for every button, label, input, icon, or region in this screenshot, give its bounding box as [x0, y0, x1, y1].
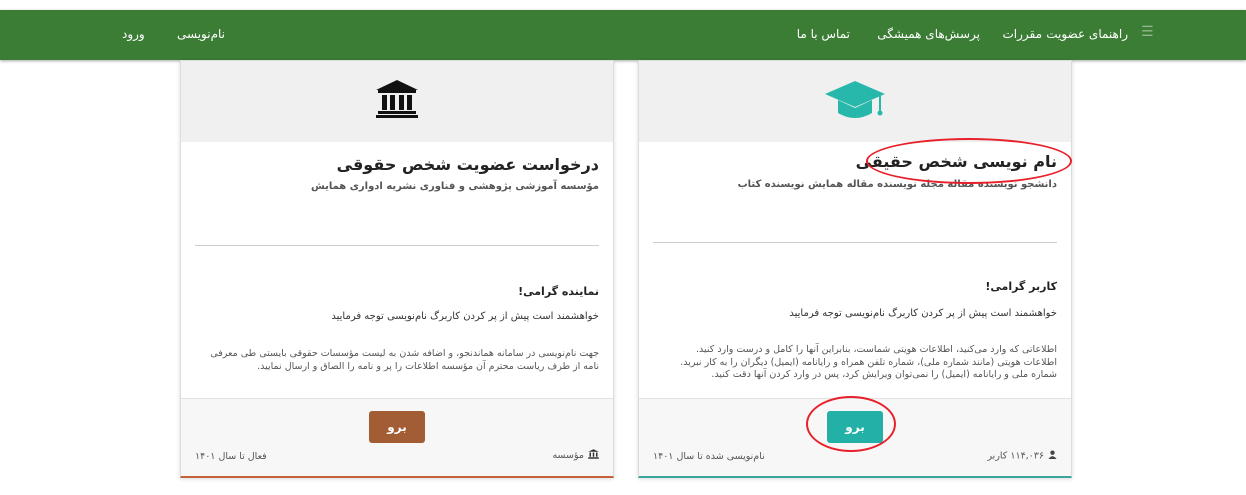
- user-count-label: ۱۱۴,۰۳۶ کاربر: [987, 450, 1044, 462]
- card-header: [639, 61, 1071, 142]
- card-header: [181, 61, 613, 142]
- legal-go-button[interactable]: برو: [369, 411, 425, 443]
- registration-status: نام‌نویسی شده تا سال ۱۴۰۱: [653, 451, 765, 462]
- card-note: خواهشمند است پیش از پر کردن کاربرگ نام‌ن…: [331, 311, 599, 322]
- card-greeting: نماینده گرامی!: [518, 285, 599, 298]
- info-line: اطلاعات هویتی (مانند شماره ملی)، شماره ت…: [680, 356, 1057, 368]
- natural-go-button[interactable]: برو: [827, 411, 883, 443]
- card-info: جهت نام‌نویسی در سامانه هماندنجو، و اضاف…: [195, 348, 599, 373]
- info-line: اطلاعاتی که وارد می‌کنید، اطلاعات هویتی …: [696, 344, 1057, 355]
- institution-small-icon: [588, 449, 599, 462]
- user-count: ۱۱۴,۰۳۶ کاربر: [987, 450, 1057, 462]
- nav-login[interactable]: ورود: [122, 27, 145, 41]
- nav-contact[interactable]: تماس با ما: [797, 27, 850, 41]
- nav-register[interactable]: نام‌نویسی: [177, 27, 225, 41]
- card-divider: [195, 245, 599, 246]
- active-status: فعال تا سال ۱۴۰۱: [195, 451, 267, 462]
- card-note: خواهشمند است پیش از پر کردن کاربرگ نام‌ن…: [789, 308, 1057, 319]
- user-icon: [1048, 450, 1057, 462]
- card-info: اطلاعاتی که وارد می‌کنید، اطلاعات هویتی …: [653, 344, 1057, 382]
- nav-membership-guide[interactable]: راهنمای عضویت: [1046, 27, 1128, 41]
- card-title: درخواست عضویت شخص حقوقی: [336, 155, 599, 174]
- top-navbar: ☰ راهنمای عضویت مقررات پرسش‌های همیشگی ت…: [0, 10, 1246, 60]
- menu-toggle-icon[interactable]: ☰: [1141, 24, 1154, 40]
- nav-rules[interactable]: مقررات: [1002, 27, 1042, 41]
- card-title: نام نویسی شخص حقیقی: [855, 152, 1057, 171]
- institution-count: مؤسسه: [552, 449, 599, 462]
- card-divider: [653, 242, 1057, 243]
- card-subtitle: مؤسسه آموزشی پژوهشی و فناوری نشریه ادوار…: [310, 181, 599, 192]
- natural-person-card: نام نویسی شخص حقیقی دانشجو نویسنده مقاله…: [638, 60, 1072, 478]
- card-subtitle: دانشجو نویسنده مقاله مجله نویسنده مقاله …: [737, 179, 1057, 190]
- card-footer: برو ۱۱۴,۰۳۶ کاربر نام‌نویسی شده تا سال ۱…: [639, 398, 1071, 476]
- graduation-cap-icon: [824, 79, 886, 129]
- info-line: جهت نام‌نویسی در سامانه هماندنجو، و اضاف…: [210, 348, 599, 359]
- info-line: نامه از طرف ریاست محترم آن مؤسسه اطلاعات…: [257, 360, 599, 372]
- legal-entity-card: درخواست عضویت شخص حقوقی مؤسسه آموزشی پژو…: [180, 60, 614, 478]
- nav-faq[interactable]: پرسش‌های همیشگی: [877, 27, 980, 41]
- institution-icon: [375, 79, 419, 123]
- card-greeting: کاربر گرامی!: [985, 280, 1057, 293]
- info-line: شماره ملی و رایانامه (ایمیل) را نمی‌توان…: [711, 369, 1057, 380]
- card-footer: برو مؤسسه فعال تا سال ۱۴۰۱: [181, 398, 613, 476]
- institution-count-label: مؤسسه: [552, 450, 584, 461]
